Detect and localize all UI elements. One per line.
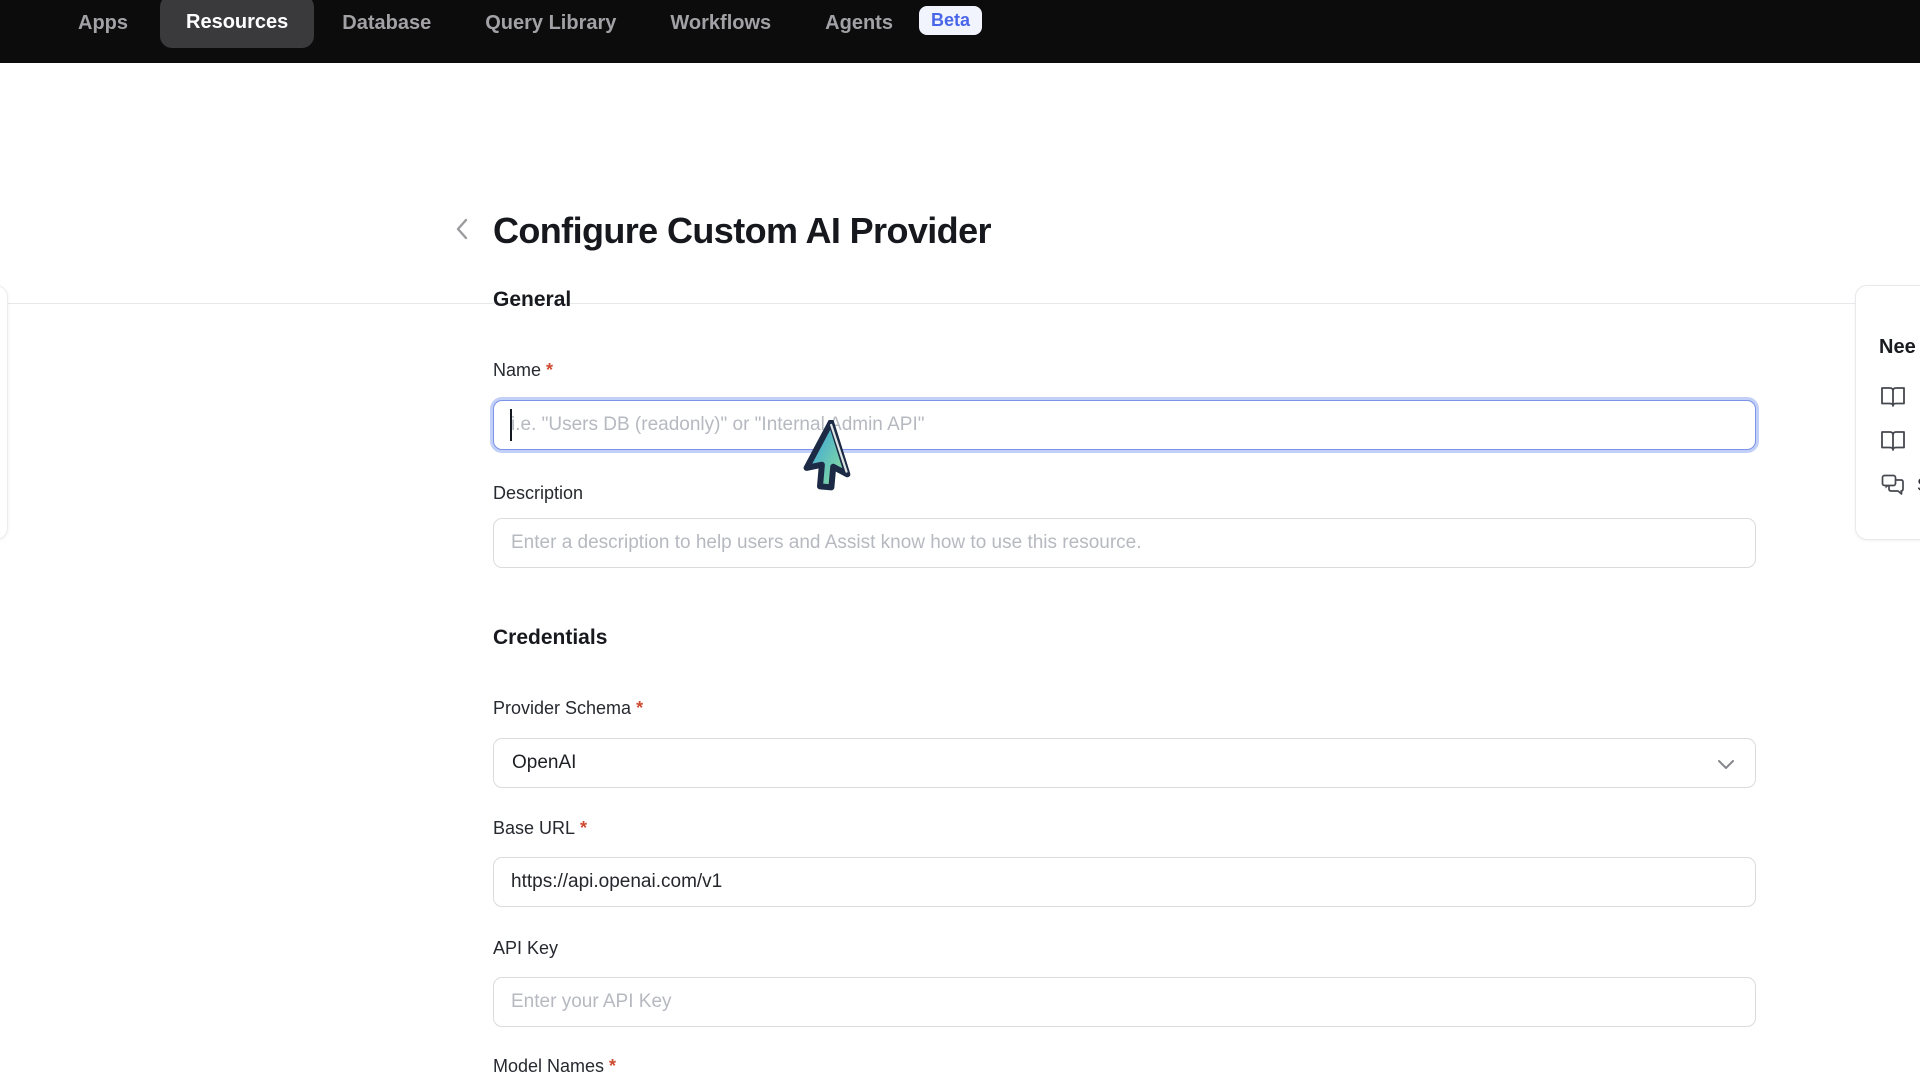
help-panel: Nee S	[1855, 285, 1920, 540]
help-link-support[interactable]: S	[1879, 471, 1920, 499]
nav-item-apps[interactable]: Apps	[78, 9, 128, 35]
chat-bubbles-icon	[1879, 471, 1907, 499]
nav-item-label: Apps	[78, 12, 128, 34]
section-heading-credentials: Credentials	[493, 626, 607, 650]
open-book-icon	[1879, 427, 1907, 455]
provider-schema-label: Provider Schema*	[493, 698, 643, 719]
help-panel-heading: Nee	[1879, 336, 1920, 359]
description-input[interactable]	[493, 518, 1756, 568]
description-label: Description	[493, 483, 583, 504]
section-heading-general: General	[493, 288, 571, 312]
required-asterisk: *	[580, 818, 587, 838]
provider-schema-select[interactable]: OpenAI	[493, 738, 1756, 788]
api-key-input[interactable]	[493, 977, 1756, 1027]
nav-item-label: Resources	[186, 11, 288, 33]
model-names-label: Model Names*	[493, 1056, 616, 1077]
left-card-edge	[0, 285, 8, 540]
required-asterisk: *	[609, 1056, 616, 1076]
back-button[interactable]	[448, 215, 476, 247]
nav-item-label: Database	[342, 12, 431, 34]
base-url-input[interactable]	[493, 857, 1756, 907]
base-url-label: Base URL*	[493, 818, 587, 839]
name-input-wrap	[493, 400, 1756, 450]
name-label: Name*	[493, 360, 553, 381]
help-link-guides[interactable]	[1879, 427, 1920, 455]
required-asterisk: *	[546, 360, 553, 380]
name-input[interactable]	[493, 400, 1756, 450]
chevron-down-icon	[1715, 753, 1737, 781]
api-key-label: API Key	[493, 938, 558, 959]
text-caret	[510, 409, 512, 441]
provider-form: General Name* Description Credentials Pr…	[493, 0, 1756, 1080]
nav-item-database[interactable]: Database	[342, 9, 431, 35]
nav-item-resources[interactable]: Resources	[160, 0, 314, 48]
help-link-docs[interactable]	[1879, 383, 1920, 411]
provider-schema-value: OpenAI	[512, 752, 576, 774]
required-asterisk: *	[636, 698, 643, 718]
open-book-icon	[1879, 383, 1907, 411]
chevron-left-icon	[455, 217, 469, 246]
